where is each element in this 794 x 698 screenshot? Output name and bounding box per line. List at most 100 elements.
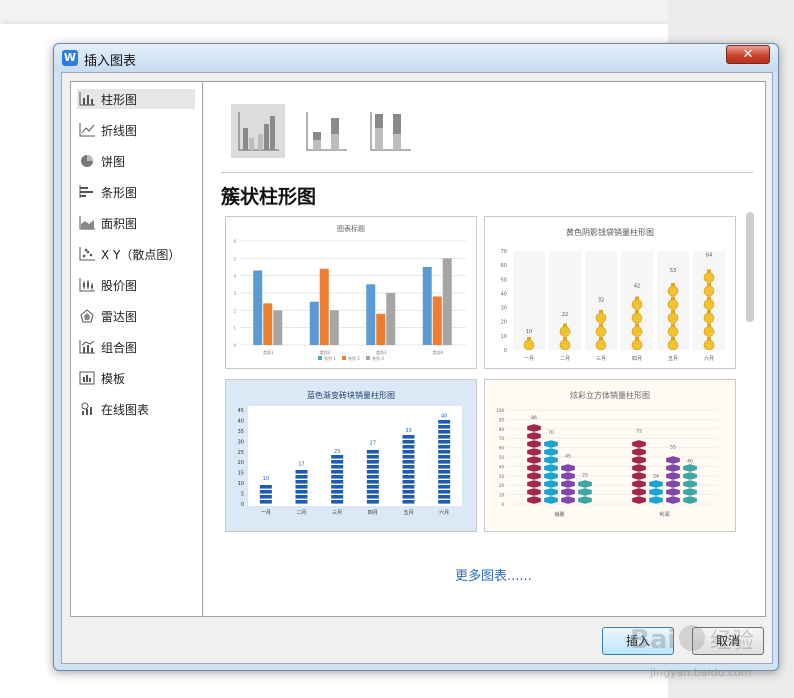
sidebar-item-label: 模板 xyxy=(101,371,126,386)
y-tick-label: 30 xyxy=(238,439,244,445)
brick xyxy=(259,495,272,499)
chart-template-thumb-3[interactable]: 蓝色渐变砖块销量柱形图 0 5 10 15 20 25 30 35 40 45 10 一月 17 二月 23 三… xyxy=(225,379,477,532)
chart-template-thumb-1[interactable]: 图表标题 0 1 2 3 4 5 6 类别1 类别2 类别3 类别4 系列 1 系列 2 系列 3 xyxy=(225,216,477,369)
money-bag xyxy=(667,285,679,297)
more-charts-link[interactable]: 更多图表...... xyxy=(455,565,532,584)
chart-type-sidebar: 柱形图 折线图 饼图 条形图 面积图 X Y（散点图） 股价图 雷达图 组合图 … xyxy=(70,81,202,617)
sidebar-item-label: 饼图 xyxy=(101,154,126,169)
brick xyxy=(438,450,451,454)
sidebar-item-template[interactable]: 模板 xyxy=(77,368,195,388)
sidebar-item-radar[interactable]: 雷达图 xyxy=(77,306,195,326)
data-label: 53 xyxy=(670,268,676,274)
sidebar-item-label: 柱形图 xyxy=(101,92,138,107)
sidebar-item-bar[interactable]: 条形图 xyxy=(77,182,195,202)
chart-title: 蓝色渐变砖块销量柱形图 xyxy=(307,390,395,400)
sidebar-item-line[interactable]: 折线图 xyxy=(77,120,195,140)
y-tick-label: 80 xyxy=(499,427,505,432)
dialog-title: 插入图表 xyxy=(84,54,137,69)
sidebar-item-column[interactable]: 柱形图 xyxy=(77,89,195,109)
data-label: 45 xyxy=(565,454,571,460)
y-tick-label: 30 xyxy=(499,474,505,479)
subtype-stacked-column[interactable] xyxy=(299,104,353,158)
sidebar-item-area[interactable]: 面积图 xyxy=(77,213,195,233)
sidebar-item-stock[interactable]: 股价图 xyxy=(77,275,195,295)
brick xyxy=(331,490,344,494)
brick xyxy=(259,485,272,489)
brick xyxy=(438,420,451,424)
brick xyxy=(402,455,415,459)
data-label: 64 xyxy=(706,252,712,258)
insert-button[interactable]: 插入 xyxy=(602,627,674,655)
brick xyxy=(295,485,308,489)
chart-template-thumb-2[interactable]: 黄色阴影钱袋销量柱形图 0 10 20 30 40 50 60 70 10 一月 22 二月 32 三月 42… xyxy=(484,216,736,369)
plot-area xyxy=(248,406,462,506)
y-tick-label: 10 xyxy=(238,481,244,487)
data-label: 10 xyxy=(526,329,532,335)
x-tick-label: 二月 xyxy=(296,510,306,516)
sidebar-item-combo[interactable]: 组合图 xyxy=(77,337,195,357)
y-tick-label: 5 xyxy=(233,256,236,261)
money-bag-knot xyxy=(635,296,639,300)
y-tick-label: 50 xyxy=(501,277,507,283)
money-bag-knot xyxy=(671,337,675,340)
stock-chart-icon xyxy=(79,278,95,292)
money-bag xyxy=(595,312,607,324)
brick xyxy=(331,480,344,484)
y-tick-label: 35 xyxy=(238,429,244,435)
y-tick-label: 3 xyxy=(233,291,236,296)
chart-preview-panel: 簇状柱形图 图表标题 0 1 2 3 4 5 6 类别1 类别2 类别3 类别4 系列 1 系列 2 系列 … xyxy=(202,81,766,617)
y-tick-label: 1 xyxy=(233,326,236,331)
bar xyxy=(319,268,329,345)
clustered-column-preview: 图表标题 0 1 2 3 4 5 6 类别1 类别2 类别3 类别4 系列 1 系列 2 系列 3 xyxy=(233,224,466,361)
data-label: 42 xyxy=(634,284,640,290)
money-bag-knot xyxy=(671,296,675,300)
sidebar-item-scatter[interactable]: X Y（散点图） xyxy=(77,244,195,264)
data-label: 33 xyxy=(405,428,411,434)
scatter-chart-icon xyxy=(79,247,95,261)
y-tick-label: 0 xyxy=(504,348,507,354)
data-label: 32 xyxy=(598,298,604,304)
money-bag xyxy=(703,285,715,297)
money-bag xyxy=(631,312,643,324)
bar xyxy=(263,303,273,345)
y-tick-label: 30 xyxy=(501,306,507,312)
preview-scrollbar[interactable] xyxy=(746,212,754,322)
subtype-clustered-column[interactable] xyxy=(231,104,285,158)
cancel-button[interactable]: 取消 xyxy=(692,627,764,655)
brick xyxy=(366,475,379,479)
money-bag-knot xyxy=(707,283,711,286)
sidebar-item-pie[interactable]: 饼图 xyxy=(77,151,195,171)
money-bag-knot xyxy=(635,323,639,327)
subtype-percent-stacked-column[interactable] xyxy=(363,104,417,158)
y-tick-label: 70 xyxy=(501,249,507,255)
y-tick-label: 70 xyxy=(499,436,505,441)
y-tick-label: 90 xyxy=(499,417,505,422)
template-icon xyxy=(79,371,95,385)
data-label: 70 xyxy=(548,430,554,436)
brick xyxy=(438,480,451,484)
combo-chart-icon xyxy=(79,340,95,354)
y-tick-label: 25 xyxy=(238,450,244,456)
y-tick-label: 60 xyxy=(501,263,507,269)
y-tick-label: 6 xyxy=(233,239,236,244)
legend-swatch xyxy=(318,356,322,360)
x-tick-label: 六月 xyxy=(704,355,714,362)
data-label: 86 xyxy=(531,415,537,421)
line-chart-icon xyxy=(79,123,95,137)
money-bag-knot xyxy=(707,310,711,313)
brick xyxy=(402,445,415,449)
data-label: 10 xyxy=(263,476,269,482)
x-tick-label: 二月 xyxy=(560,356,570,362)
money-bag xyxy=(703,299,715,310)
brick xyxy=(331,485,344,489)
chart-template-thumb-4[interactable]: 炫彩立方体销量柱形图 0 10 20 30 40 50 60 70 80 90 100 86 70 45 25… xyxy=(484,379,736,532)
money-bag-knot xyxy=(563,337,567,340)
data-label: 72 xyxy=(636,428,642,434)
y-tick-label: 20 xyxy=(238,460,244,466)
insert-chart-dialog: W 插入图表 ✕ 柱形图 折线图 饼图 条形图 面积图 X Y（散点图） 股价图… xyxy=(53,43,779,671)
sidebar-item-online[interactable]: 在线图表 xyxy=(77,399,195,419)
dialog-titlebar[interactable]: W 插入图表 ✕ xyxy=(54,44,778,72)
close-button[interactable]: ✕ xyxy=(726,45,770,64)
pie-chart-icon xyxy=(81,155,93,167)
clustered-column-icon xyxy=(238,112,279,151)
